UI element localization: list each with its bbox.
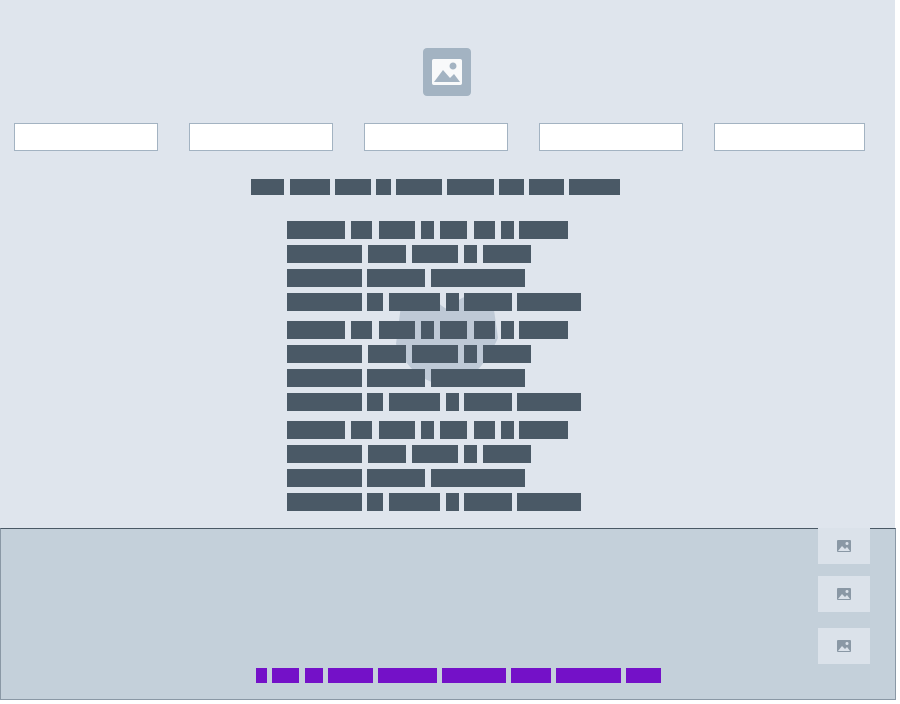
input-field-3[interactable]	[364, 123, 508, 151]
image-icon	[837, 640, 851, 652]
input-field-2[interactable]	[189, 123, 333, 151]
image-icon	[837, 540, 851, 552]
image-placeholder-icon	[423, 48, 471, 96]
main-page	[0, 0, 895, 528]
image-icon	[837, 588, 851, 600]
thumbnail-2[interactable]	[818, 576, 870, 612]
thumbnail-3[interactable]	[818, 628, 870, 664]
thumbnail-1[interactable]	[818, 528, 870, 564]
input-field-5[interactable]	[714, 123, 865, 151]
input-field-4[interactable]	[539, 123, 683, 151]
input-field-1[interactable]	[14, 123, 158, 151]
